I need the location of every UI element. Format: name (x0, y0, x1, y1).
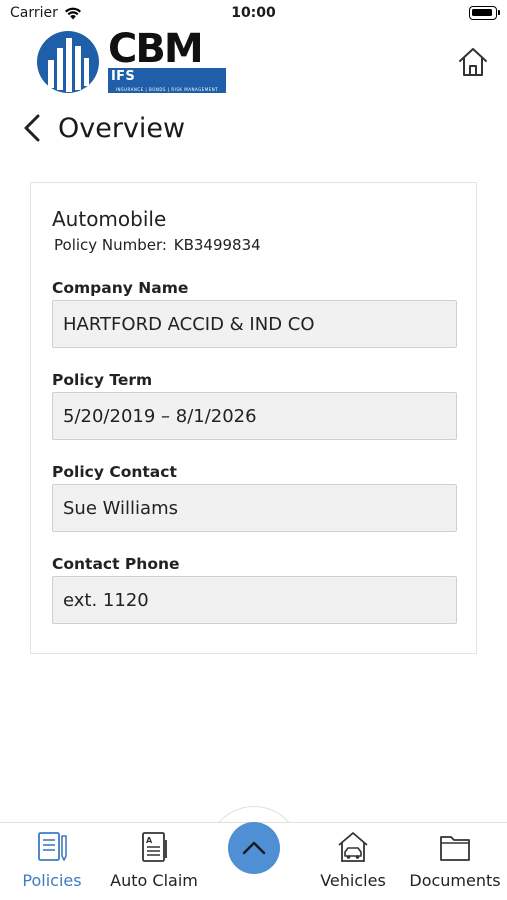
home-button[interactable] (457, 46, 489, 78)
company-name-field[interactable]: HARTFORD ACCID & IND CO (52, 300, 457, 348)
logo-tagline: INSURANCE | BONDS | RISK MANAGEMENT (108, 86, 226, 93)
tab-policies[interactable]: Policies (2, 823, 102, 900)
app-header: CBM IFS INSURANCE INSURANCE | BONDS | RI… (0, 26, 507, 102)
car-house-icon (338, 832, 368, 862)
tab-vehicles-label: Vehicles (320, 871, 386, 890)
tab-auto-claim-label: Auto Claim (110, 871, 198, 890)
contact-phone-label: Contact Phone (52, 555, 180, 573)
battery-icon (469, 6, 500, 20)
policy-contact-label: Policy Contact (52, 463, 177, 481)
page-title: Overview (58, 112, 186, 144)
tab-documents[interactable]: Documents (405, 823, 505, 900)
policy-number-label: Policy Number: (54, 236, 167, 254)
back-button[interactable] (22, 110, 50, 146)
cbm-logo: CBM IFS INSURANCE INSURANCE | BONDS | RI… (36, 26, 231, 102)
tab-vehicles[interactable]: Vehicles (303, 823, 403, 900)
home-icon (459, 48, 487, 76)
folder-icon (440, 836, 470, 861)
policy-term-label: Policy Term (52, 371, 153, 389)
status-bar: Carrier 10:00 (0, 0, 507, 28)
policy-number-value: KB3499834 (173, 236, 261, 254)
logo-subbrand-text: IFS INSURANCE (108, 68, 226, 102)
tab-policies-label: Policies (22, 871, 82, 890)
tab-auto-claim[interactable]: A Auto Claim (104, 823, 204, 900)
policy-type: Automobile (52, 207, 167, 231)
chevron-up-icon (242, 841, 266, 855)
tab-documents-label: Documents (409, 871, 501, 890)
title-row: Overview (22, 108, 185, 148)
logo-mark-icon (37, 31, 99, 93)
document-pen-icon (38, 832, 67, 861)
logo-brand-text: CBM (108, 26, 204, 72)
chevron-left-icon (24, 114, 40, 142)
policy-term-field[interactable]: 5/20/2019 – 8/1/2026 (52, 392, 457, 440)
contact-phone-field[interactable]: ext. 1120 (52, 576, 457, 624)
expand-menu-button[interactable] (228, 822, 280, 874)
clock: 10:00 (231, 5, 276, 21)
claim-form-icon: A (142, 832, 167, 862)
policy-card: Automobile Policy Number: KB3499834 Comp… (30, 182, 477, 654)
policy-contact-field[interactable]: Sue Williams (52, 484, 457, 532)
svg-text:A: A (146, 836, 153, 845)
policy-number: Policy Number: KB3499834 (52, 236, 261, 254)
company-name-label: Company Name (52, 279, 189, 297)
